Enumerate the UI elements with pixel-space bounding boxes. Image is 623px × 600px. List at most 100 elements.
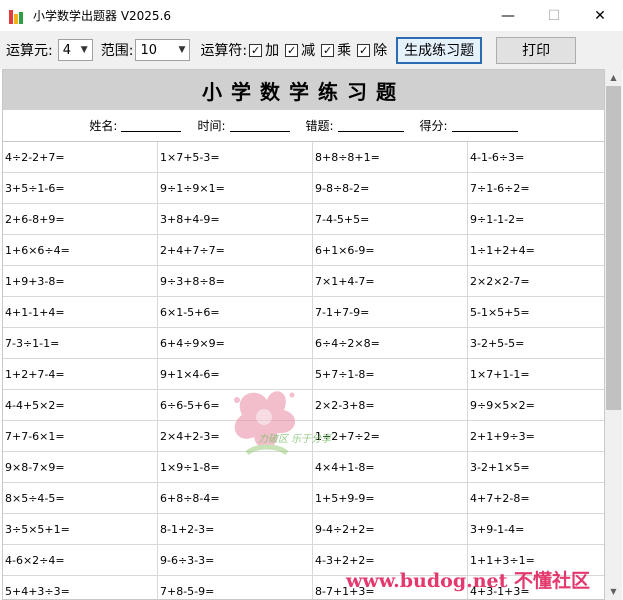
problem-cell: 1×7+1-1=: [470, 368, 530, 381]
print-button[interactable]: 打印: [496, 36, 577, 64]
chevron-down-icon: ▼: [178, 45, 186, 55]
score-blank: [451, 130, 518, 132]
problem-row: 8×5÷4-5= 6+8÷8-4= 1+5+9-9= 4+7+2-8=: [3, 483, 604, 514]
problem-cell: 2×2×2-7=: [470, 275, 530, 288]
problem-cell: 4+1-1+4=: [3, 297, 158, 328]
checkmark-icon: ✓: [357, 43, 371, 57]
problem-cell: 3+9-1-4=: [470, 523, 525, 536]
checkbox-add-label: 加: [265, 43, 280, 59]
watermark-logo: [234, 391, 296, 456]
problem-cell: 7+8-5-9=: [158, 576, 313, 599]
problem-row: 1+9+3-8= 9÷3+8÷8= 7×1+4-7= 2×2×2-7=: [3, 266, 604, 297]
worksheet-title: 小学数学练习题: [3, 70, 604, 110]
range-label: 范围:: [100, 43, 134, 59]
student-info: 姓名: 时间: 错题: 得分:: [3, 110, 604, 140]
operands-label: 运算元:: [6, 43, 53, 59]
problem-cell: 5-1×5+5=: [470, 306, 530, 319]
problem-cell: 2+6-8+9=: [3, 204, 158, 235]
problem-row: 3÷5×5+1= 8-1+2-3= 9-4÷2+2= 3+9-1-4=: [3, 514, 604, 545]
checkmark-icon: ✓: [285, 43, 299, 57]
problem-cell: 6+4÷9×9=: [158, 328, 313, 359]
problem-cell: 4-4+5×2=: [3, 390, 158, 421]
errors-label: 错题:: [305, 118, 334, 133]
problem-cell: 1÷1+2+4=: [470, 244, 535, 257]
problem-cell: 4+7+2-8=: [470, 492, 530, 505]
problem-row: 4+1-1+4= 6×1-5+6= 7-1+7-9= 5-1×5+5=: [3, 297, 604, 328]
problem-cell: 7÷1-6÷2=: [470, 182, 530, 195]
problem-row: 7-3÷1-1= 6+4÷9×9= 6÷4÷2×8= 3-2+5-5=: [3, 328, 604, 359]
problem-cell: 1+9+3-8=: [3, 266, 158, 297]
problem-cell: 2+4+7÷7=: [158, 235, 313, 266]
window-title: 小学数学出题器 V2025.6: [33, 9, 172, 23]
scroll-down-icon[interactable]: ▼: [605, 583, 622, 600]
errors-blank: [337, 130, 404, 132]
checkmark-icon: ✓: [249, 43, 263, 57]
problem-cell: 9-6÷3-3=: [158, 545, 313, 576]
checkbox-multiply-label: 乘: [337, 43, 352, 59]
checkbox-multiply[interactable]: ✓ 乘: [321, 40, 351, 60]
problem-cell: 9-4÷2+2=: [313, 514, 468, 545]
problem-cell: 2+1+9÷3=: [470, 430, 535, 443]
checkmark-icon: ✓: [321, 43, 335, 57]
problem-cell: 3÷5×5+1=: [3, 514, 158, 545]
close-button[interactable]: ✕: [577, 0, 623, 31]
scrollbar-thumb[interactable]: [606, 86, 621, 410]
checkbox-subtract[interactable]: ✓ 减: [285, 40, 315, 60]
problem-cell: 4×4+1-8=: [313, 452, 468, 483]
problem-cell: 6÷4÷2×8=: [313, 328, 468, 359]
problem-cell: 9÷1÷9×1=: [158, 173, 313, 204]
problem-row: 2+6-8+9= 3+8+4-9= 7-4-5+5= 9÷1-1-2=: [3, 204, 604, 235]
score-label: 得分:: [419, 118, 448, 133]
generate-button[interactable]: 生成练习题: [396, 36, 483, 64]
operands-value: 4: [62, 42, 71, 58]
problem-cell: 1+6×6÷4=: [3, 235, 158, 266]
worksheet: 小学数学练习题 姓名: 时间: 错题: 得分: 4÷2-2+7= 1×7+5-3=…: [2, 69, 605, 600]
problem-cell: 3-2+5-5=: [470, 337, 525, 350]
problem-cell: 3+8+4-9=: [158, 204, 313, 235]
operands-select[interactable]: 4 ▼: [57, 39, 93, 61]
problem-row: 4÷2-2+7= 1×7+5-3= 8+8÷8+1= 4-1-6÷3=: [3, 142, 604, 173]
problem-cell: 6+8÷8-4=: [158, 483, 313, 514]
title-bar: 小学数学出题器 V2025.6 — ☐ ✕: [0, 0, 623, 31]
checkbox-add[interactable]: ✓ 加: [249, 40, 279, 60]
problem-cell: 6+1×6-9=: [313, 235, 468, 266]
problem-cell: 2×2-3+8=: [313, 390, 468, 421]
problem-cell: 9÷9×5×2=: [470, 399, 535, 412]
problem-cell: 9÷1-1-2=: [470, 213, 525, 226]
problem-cell: 4-6×2÷4=: [3, 545, 158, 576]
problem-cell: 8+8÷8+1=: [313, 142, 468, 173]
problem-cell: 4÷2-2+7=: [3, 142, 158, 173]
name-label: 姓名:: [89, 118, 118, 133]
problem-cell: 1÷2+7÷2=: [313, 421, 468, 452]
problem-cell: 9÷3+8÷8=: [158, 266, 313, 297]
problem-cell: 8-1+2-3=: [158, 514, 313, 545]
range-value: 10: [140, 42, 157, 58]
problem-cell: 3+5÷1-6=: [3, 173, 158, 204]
time-blank: [229, 130, 290, 132]
problem-cell: 7-1+7-9=: [313, 297, 468, 328]
vertical-scrollbar[interactable]: ▲ ▼: [605, 69, 622, 600]
name-blank: [121, 130, 182, 132]
problem-cell: 5+4+3÷3=: [3, 576, 158, 599]
problem-cell: 8×5÷4-5=: [3, 483, 158, 514]
scroll-up-icon[interactable]: ▲: [605, 69, 622, 86]
minimize-button[interactable]: —: [485, 0, 531, 31]
range-select[interactable]: 10 ▼: [135, 39, 191, 61]
watermark-logo-text: 力破区 乐于分享: [258, 434, 332, 445]
problem-cell: 7+7-6×1=: [3, 421, 158, 452]
problem-row: 1+6×6÷4= 2+4+7÷7= 6+1×6-9= 1÷1+2+4=: [3, 235, 604, 266]
problem-cell: 4-1-6÷3=: [470, 151, 525, 164]
problem-cell: 9-8÷8-2=: [313, 173, 468, 204]
time-label: 时间:: [197, 118, 226, 133]
watermark-site-text: www.budog.net 不懂社区: [346, 570, 591, 592]
problem-grid: 4÷2-2+7= 1×7+5-3= 8+8÷8+1= 4-1-6÷3= 3+5÷1-6=…: [3, 141, 604, 599]
toolbar: 运算元: 4 ▼ 范围: 10 ▼ 运算符: ✓ 加 ✓ 减 ✓ 乘 ✓ 除 生…: [0, 31, 623, 69]
chevron-down-icon: ▼: [80, 45, 88, 55]
problem-cell: 6×1-5+6=: [158, 297, 313, 328]
checkbox-divide[interactable]: ✓ 除: [357, 40, 387, 60]
checkbox-subtract-label: 减: [301, 43, 316, 59]
problem-cell: 1+5+9-9=: [313, 483, 468, 514]
problem-cell: 5+7÷1-8=: [313, 359, 468, 390]
maximize-button[interactable]: ☐: [531, 0, 577, 31]
checkbox-divide-label: 除: [373, 43, 388, 59]
